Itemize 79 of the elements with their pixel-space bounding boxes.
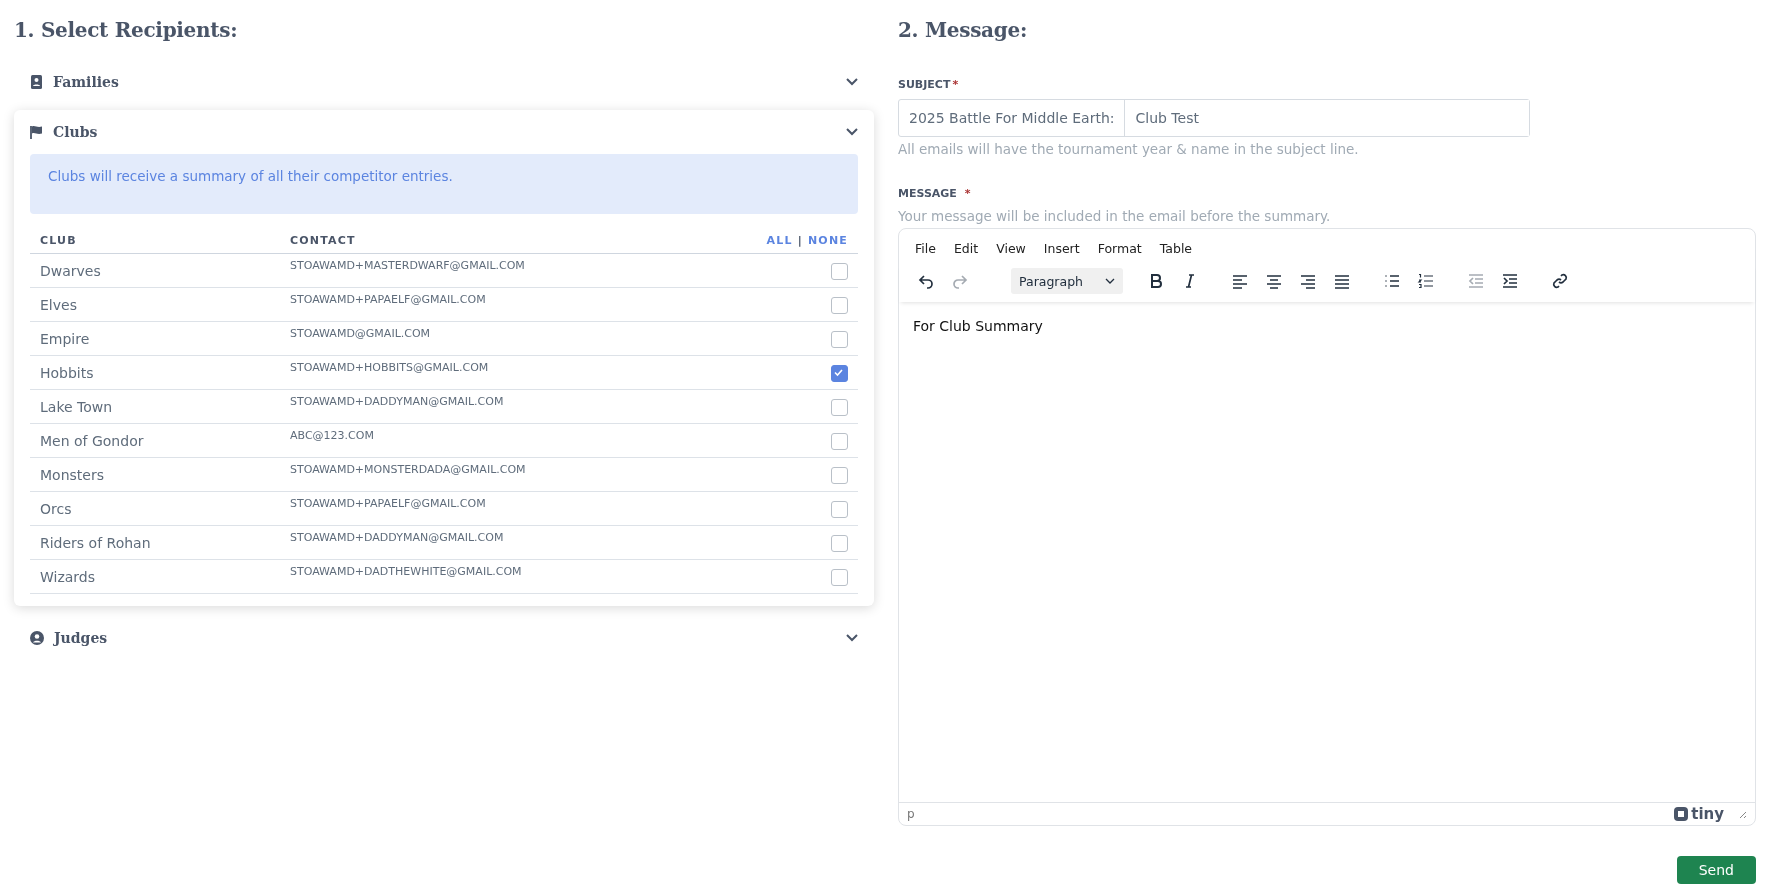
section-title[interactable]: Families	[53, 74, 836, 90]
section-title[interactable]: Clubs	[53, 124, 836, 140]
table-cell: STOAWAMD+PAPAELF@GMAIL.COM	[280, 287, 757, 322]
bullet-list-icon	[1383, 272, 1401, 290]
checkbox[interactable]	[831, 297, 848, 314]
info-notice: Clubs will receive a summary of all their competitor entries.	[30, 154, 858, 214]
redo-icon	[951, 272, 969, 290]
menu-item[interactable]: File	[909, 237, 942, 260]
align-left-icon	[1231, 272, 1249, 290]
section-heading: 1. Select Recipients:	[14, 18, 239, 42]
table-cell: Elves	[30, 287, 280, 322]
contact-book-icon	[30, 75, 43, 89]
checkbox[interactable]	[831, 399, 848, 416]
menu-item[interactable]: Edit	[947, 237, 985, 260]
table-cell: Monsters	[30, 457, 280, 492]
table-cell: STOAWAMD+HOBBITS@GMAIL.COM	[280, 355, 757, 390]
required-mark: *	[952, 78, 959, 91]
chevron-down-icon	[1105, 278, 1115, 284]
resize-handle-icon[interactable]	[1737, 809, 1747, 819]
table-cell: STOAWAMD+MASTERDWARF@GMAIL.COM	[280, 253, 757, 288]
element-path: p	[907, 807, 915, 821]
user-circle-icon	[30, 631, 44, 645]
select-none-link[interactable]: NONE	[807, 234, 848, 247]
menu-item[interactable]: Format	[1091, 237, 1148, 260]
table-cell: STOAWAMD+DADDYMAN@GMAIL.COM	[280, 525, 757, 560]
select-all-link[interactable]: ALL	[766, 234, 793, 247]
menu-item[interactable]: Insert	[1037, 237, 1086, 260]
checkbox[interactable]	[831, 467, 848, 484]
menu-item[interactable]: View	[990, 237, 1032, 260]
section-heading: 2. Message:	[898, 18, 1028, 42]
table-cell: Hobbits	[30, 355, 280, 390]
align-right-icon	[1299, 272, 1317, 290]
checkbox[interactable]	[831, 569, 848, 586]
table-cell: Orcs	[30, 491, 280, 526]
checkbox[interactable]	[831, 365, 848, 382]
table-cell: STOAWAMD+MONSTERDADA@GMAIL.COM	[280, 457, 757, 492]
section-title[interactable]: Judges	[54, 630, 836, 646]
block-format-dropdown[interactable]: Paragraph	[1011, 268, 1123, 294]
send-button[interactable]: Send	[1676, 856, 1756, 884]
undo-icon	[917, 272, 935, 290]
checkbox[interactable]	[831, 331, 848, 348]
table-cell: Lake Town	[30, 389, 280, 424]
chevron-down-icon	[846, 78, 858, 86]
align-center-icon	[1265, 272, 1283, 290]
table-cell: STOAWAMD+PAPAELF@GMAIL.COM	[280, 491, 757, 526]
flag-icon	[30, 125, 43, 139]
separator: |	[797, 234, 803, 247]
justify-icon	[1333, 272, 1351, 290]
help-text: Your message will be included in the email before the summary.	[898, 208, 1332, 224]
table-cell: STOAWAMD+DADDYMAN@GMAIL.COM	[280, 389, 757, 424]
required-mark: *	[964, 187, 971, 200]
help-text: All emails will have the tournament year & name in the subject line.	[898, 141, 1360, 157]
table-cell: STOAWAMD+DADTHEWHITE@GMAIL.COM	[280, 559, 757, 594]
field-label: MESSAGE	[898, 187, 957, 200]
checkbox[interactable]	[831, 501, 848, 518]
table-cell: Dwarves	[30, 253, 280, 288]
column-header: CLUB	[30, 228, 280, 254]
editor-text[interactable]: For Club Summary	[913, 318, 1043, 334]
brand-logo-text: tiny	[1691, 805, 1724, 823]
link-icon	[1551, 272, 1569, 290]
field-label: SUBJECT	[898, 78, 951, 91]
subject-field[interactable]: 2025 Battle For Middle Earth: Club Test	[898, 99, 1530, 137]
column-header: CONTACT	[280, 228, 757, 254]
checkbox[interactable]	[831, 433, 848, 450]
table-cell: Empire	[30, 321, 280, 356]
chevron-down-icon	[846, 128, 858, 136]
chevron-down-icon	[846, 634, 858, 642]
table-cell: Riders of Rohan	[30, 525, 280, 560]
outdent-icon	[1467, 272, 1485, 290]
logo-icon	[1674, 807, 1689, 821]
indent-icon	[1501, 272, 1519, 290]
table-cell: Wizards	[30, 559, 280, 594]
checkbox[interactable]	[831, 263, 848, 280]
table-cell: STOAWAMD@GMAIL.COM	[280, 321, 757, 356]
menu-item[interactable]: Table	[1153, 237, 1199, 260]
table-cell: ABC@123.COM	[280, 423, 757, 458]
checkbox[interactable]	[831, 535, 848, 552]
table-cell: Men of Gondor	[30, 423, 280, 458]
numbered-list-icon	[1417, 272, 1435, 290]
